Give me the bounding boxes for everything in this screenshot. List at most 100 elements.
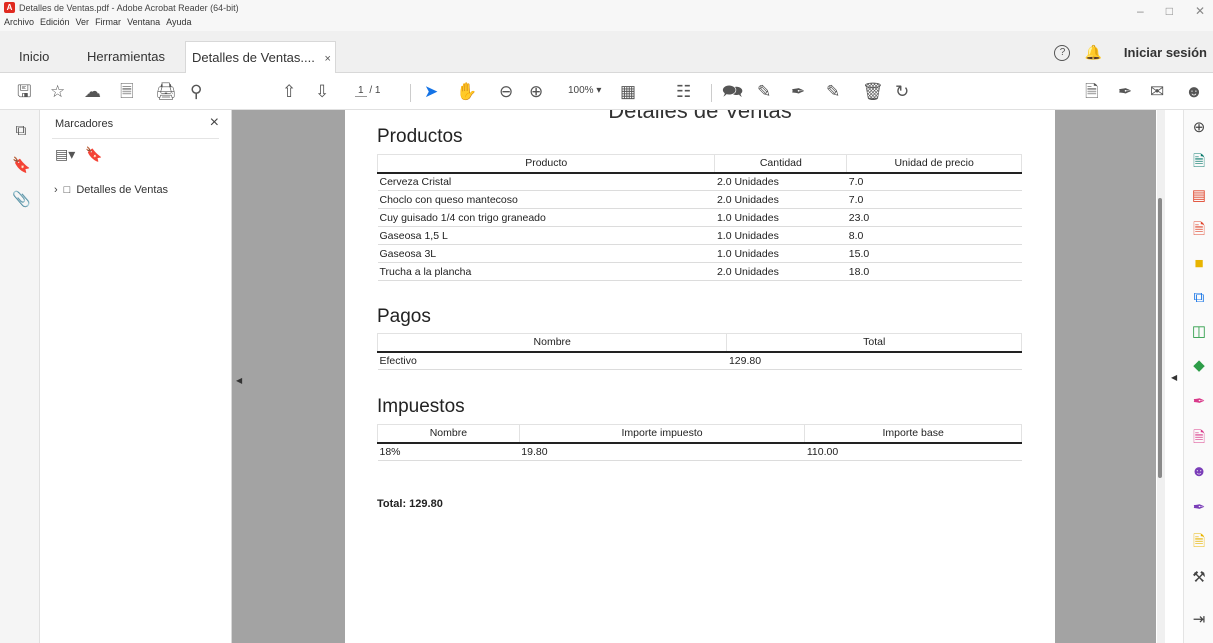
organize-pages-icon[interactable]: ▤	[1189, 186, 1209, 206]
highlight-pen-icon[interactable]: ✎	[757, 82, 771, 102]
comment-icon[interactable]: 🗪	[722, 82, 743, 102]
column-header: Unidad de precio	[846, 154, 1022, 174]
select-cursor-icon[interactable]: ➤	[424, 82, 438, 102]
request-signature-icon[interactable]: ☻	[1189, 462, 1209, 482]
table-row: 18% 19.80 110.00	[377, 442, 1022, 461]
table-cell: 110.00	[804, 442, 1022, 461]
tools-panel: ⊕ 🗎 ▤ 🗎 ■ ⧉ ◫ ◆ ✒ 🗎 ☻ ✒ 🗎 ⚒ ⇥	[1183, 110, 1213, 643]
undo-icon[interactable]: ↻	[895, 82, 909, 102]
trash-icon[interactable]: 🗑	[862, 82, 884, 102]
restore-button[interactable]: □	[1166, 4, 1173, 18]
send-files-icon[interactable]: 🗎	[1189, 532, 1209, 552]
page-fit-icon[interactable]: ▦	[620, 82, 636, 102]
scrollbar-thumb[interactable]	[1158, 198, 1162, 478]
comment-tool-icon[interactable]: ■	[1189, 254, 1209, 274]
fill-sign-icon[interactable]: ✒	[1189, 392, 1209, 412]
signin-button[interactable]: Iniciar sesión	[1124, 45, 1207, 60]
zoom-tool-icon[interactable]: ⊕	[1189, 118, 1209, 138]
scan-ocr-icon[interactable]: ◫	[1189, 322, 1209, 342]
tab-close-icon[interactable]: ×	[324, 53, 330, 65]
menu-edicion[interactable]: Edición	[40, 17, 70, 27]
table-cell: Cerveza Cristal	[377, 172, 715, 191]
compare-files-icon[interactable]: ◆	[1189, 356, 1209, 376]
expand-right-panel-icon[interactable]: ◀	[1171, 373, 1177, 382]
table-cell: 18%	[377, 442, 520, 461]
acrobat-window: A Detalles de Ventas.pdf - Adobe Acrobat…	[0, 0, 1213, 643]
sign-icon[interactable]: ✒	[1118, 82, 1132, 102]
scroll-mode-icon[interactable]: ☷	[676, 82, 691, 102]
new-bookmark-icon[interactable]: 🔖	[85, 146, 102, 163]
divider	[52, 138, 219, 139]
table-cell: 23.0	[846, 208, 1022, 227]
bookmark-options-icon[interactable]: ▤▾	[55, 146, 75, 163]
menu-firmar[interactable]: Firmar	[95, 17, 121, 27]
collapse-left-panel-icon[interactable]: ◀	[236, 376, 242, 385]
productos-table: Producto Cantidad Unidad de precio Cerve…	[376, 154, 1022, 281]
export-pdf-tool-icon[interactable]: 🗎	[1189, 152, 1209, 172]
certificates-icon[interactable]: ✒	[1189, 498, 1209, 518]
draw-icon[interactable]: ✒	[791, 82, 805, 102]
pagos-heading: Pagos	[377, 306, 431, 327]
column-header: Nombre	[376, 333, 728, 353]
main-toolbar: 🖫 ☆ ☁ 🗏 🖨 ⚲ ⇧ ⇩ 1 / 1 ➤ ✋ ⊖ ⊕ 100% ▾ ▦ ☷…	[0, 74, 1213, 110]
bookmarks-close-icon[interactable]: ×	[210, 114, 219, 132]
toolbar-divider	[711, 84, 712, 102]
bookmark-flag-icon: □	[63, 184, 71, 196]
bookmarks-title: Marcadores	[55, 118, 114, 130]
zoom-level[interactable]: 100% ▾	[568, 85, 601, 96]
menu-archivo[interactable]: Archivo	[4, 17, 34, 27]
table-cell: 19.80	[519, 442, 805, 461]
help-icon[interactable]: ?	[1054, 44, 1071, 61]
column-header: Total	[726, 333, 1022, 353]
menu-ver[interactable]: Ver	[76, 17, 90, 27]
page-thumbnails-icon[interactable]: ⧉	[12, 122, 30, 140]
file-share-icon[interactable]: 🗏	[120, 82, 134, 102]
table-cell: 7.0	[846, 190, 1022, 209]
zoom-out-icon[interactable]: ⊖	[499, 82, 513, 102]
attachments-icon[interactable]: 📎	[12, 190, 31, 208]
page-down-icon[interactable]: ⇩	[315, 82, 329, 102]
star-icon[interactable]: ☆	[50, 82, 65, 102]
table-cell: 1.0 Unidades	[714, 226, 847, 245]
combine-files-icon[interactable]: ⧉	[1189, 288, 1209, 308]
column-header: Importe impuesto	[518, 424, 806, 444]
page-current-input[interactable]: 1	[355, 85, 367, 97]
zoom-in-icon[interactable]: ⊕	[529, 82, 543, 102]
column-header: Nombre	[377, 424, 520, 444]
page-total: / 1	[369, 85, 381, 96]
tab-inicio[interactable]: Inicio	[19, 41, 49, 73]
bookmarks-icon[interactable]: 🔖	[12, 156, 31, 174]
hand-tool-icon[interactable]: ✋	[456, 82, 477, 102]
bell-icon[interactable]: 🔔	[1084, 44, 1101, 61]
menu-ventana[interactable]: Ventana	[127, 17, 160, 27]
bookmark-label: Detalles de Ventas	[76, 184, 169, 196]
close-window-button[interactable]: ✕	[1195, 4, 1205, 18]
create-pdf-icon[interactable]: 🗎	[1189, 220, 1209, 240]
stamp-icon[interactable]: ✎	[826, 82, 840, 102]
table-cell: Trucha a la plancha	[377, 262, 715, 281]
chevron-right-icon[interactable]: ›	[54, 184, 58, 196]
tab-document[interactable]: Detalles de Ventas.... ×	[185, 41, 336, 73]
upload-cloud-icon[interactable]: ☁	[84, 82, 101, 102]
column-header: Cantidad	[714, 154, 848, 174]
more-tools-icon[interactable]: ⚒	[1189, 568, 1209, 588]
save-icon[interactable]: 🖫	[17, 82, 31, 102]
protect-pdf-icon[interactable]: 🗎	[1189, 428, 1209, 448]
window-title: Detalles de Ventas.pdf - Adobe Acrobat R…	[19, 2, 239, 13]
page-number[interactable]: 1 / 1	[355, 85, 381, 97]
bookmark-item[interactable]: › □ Detalles de Ventas	[54, 184, 168, 196]
tab-herramientas[interactable]: Herramientas	[87, 41, 165, 73]
menu-ayuda[interactable]: Ayuda	[166, 17, 191, 27]
print-icon[interactable]: 🖨	[155, 82, 177, 102]
table-row: Trucha a la plancha 2.0 Unidades 18.0	[377, 262, 1022, 281]
share-user-icon[interactable]: ☻	[1185, 82, 1203, 102]
acrobat-icon: A	[4, 2, 15, 13]
table-cell: 7.0	[846, 172, 1022, 191]
toolbar-divider	[410, 84, 411, 102]
email-icon[interactable]: ✉	[1150, 82, 1164, 102]
page-up-icon[interactable]: ⇧	[282, 82, 296, 102]
export-pdf-icon[interactable]: 🗎	[1085, 82, 1099, 102]
collapse-tools-icon[interactable]: ⇥	[1189, 610, 1209, 630]
minimize-button[interactable]: –	[1137, 4, 1144, 18]
zoom-search-icon[interactable]: ⚲	[190, 82, 202, 102]
